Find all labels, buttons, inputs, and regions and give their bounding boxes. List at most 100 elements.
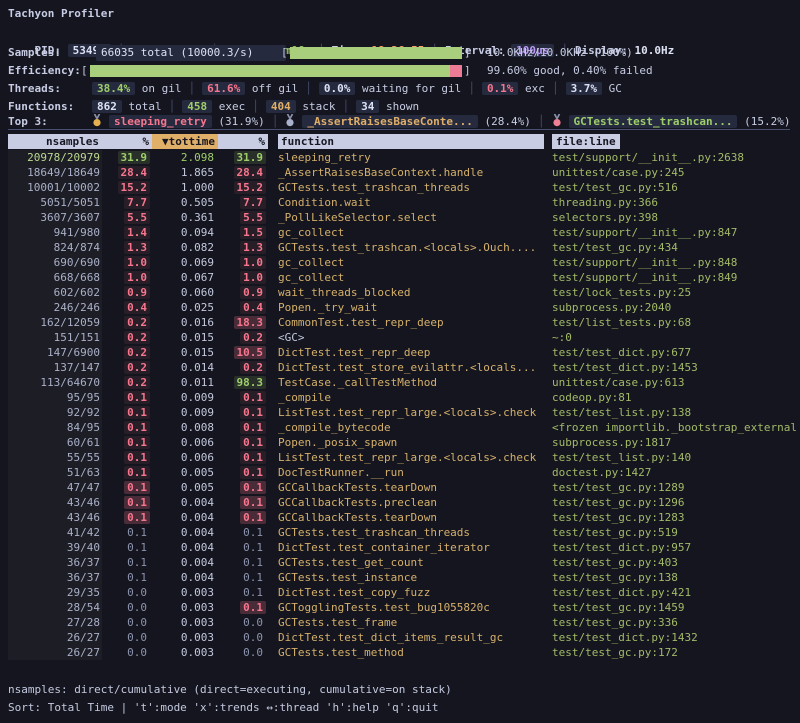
cell-tottime: 0.003 — [152, 600, 218, 615]
table-row[interactable]: 690/6901.00.0691.0gc_collecttest/support… — [8, 255, 796, 270]
cell-nsamples: 84/95 — [8, 420, 102, 435]
table-row[interactable]: 36/370.10.0040.1GCTests.test_instancetes… — [8, 570, 796, 585]
metric-value: 404 — [266, 100, 296, 113]
cell-pct-cumulative: 0.1 — [218, 570, 268, 585]
cell-nsamples: 43/46 — [8, 495, 102, 510]
cell-nsamples: 941/980 — [8, 225, 102, 240]
table-row[interactable]: 246/2460.40.0250.4Popen._try_waitsubproc… — [8, 300, 796, 315]
cell-tottime: 0.008 — [152, 420, 218, 435]
pct-cumulative-value: 1.0 — [240, 256, 266, 269]
cell-tottime: 0.505 — [152, 195, 218, 210]
cell-pct-direct: 0.0 — [102, 585, 152, 600]
efficiency-bar-failed — [450, 65, 462, 77]
table-row[interactable]: 95/950.10.0090.1_compilecodeop.py:81 — [8, 390, 796, 405]
metric-value: 61.6% — [202, 82, 245, 95]
column-header-file-line[interactable]: file:line — [552, 134, 620, 149]
table-row[interactable]: 824/8741.30.0821.3GCTests.test_trashcan.… — [8, 240, 796, 255]
table-row[interactable]: 47/470.10.0050.1GCCallbackTests.tearDown… — [8, 480, 796, 495]
cell-pct-cumulative: 0.1 — [218, 585, 268, 600]
column-header-nsamples[interactable]: nsamples — [8, 134, 102, 149]
cell-pct-direct: 0.2 — [102, 360, 152, 375]
pct-direct-value: 0.0 — [124, 646, 150, 659]
pct-direct-value: 0.1 — [124, 451, 150, 464]
table-row[interactable]: 43/460.10.0040.1GCCallbackTests.tearDown… — [8, 510, 796, 525]
table-row[interactable]: 3607/36075.50.3615.5_PollLikeSelector.se… — [8, 210, 796, 225]
column-header-tottime-sorted[interactable]: ▼tottime — [152, 134, 218, 149]
cell-pct-direct: 0.2 — [102, 345, 152, 360]
table-row[interactable]: 55/550.10.0060.1ListTest.test_repr_large… — [8, 450, 796, 465]
pct-direct-value: 5.5 — [124, 211, 150, 224]
table-row[interactable]: 28/540.00.0030.1GCTogglingTests.test_bug… — [8, 600, 796, 615]
threads-items: 38.4% on gil│61.6% off gil│0.0% waiting … — [92, 81, 622, 97]
table-row[interactable]: 5051/50517.70.5057.7Condition.waitthread… — [8, 195, 796, 210]
cell-function-name: DocTestRunner.__run — [268, 465, 544, 480]
pct-direct-value: 0.2 — [124, 376, 150, 389]
cell-tottime: 0.006 — [152, 435, 218, 450]
metric-value: 34 — [356, 100, 379, 113]
cell-nsamples: 151/151 — [8, 330, 102, 345]
table-row[interactable]: 113/646700.20.01198.3TestCase._callTestM… — [8, 375, 796, 390]
cell-file-line: test/test_gc.py:138 — [544, 570, 796, 585]
table-row[interactable]: 668/6681.00.0671.0gc_collecttest/support… — [8, 270, 796, 285]
table-row[interactable]: 29/350.00.0030.1DictTest.test_copy_fuzzt… — [8, 585, 796, 600]
pct-cumulative-value: 0.1 — [240, 556, 266, 569]
pct-cumulative-value: 0.0 — [240, 616, 266, 629]
column-header-pct-cumulative[interactable]: % — [218, 134, 268, 149]
table-row[interactable]: 20978/2097931.92.09831.9sleeping_retryte… — [8, 150, 796, 165]
metric-suffix: GC — [602, 82, 622, 95]
table-row[interactable]: 41/420.10.0040.1GCTests.test_trashcan_th… — [8, 525, 796, 540]
metric-value: 862 — [92, 100, 122, 113]
table-row[interactable]: 36/370.10.0040.1GCTests.test_get_countte… — [8, 555, 796, 570]
top-function-name[interactable]: sleeping_retry — [109, 115, 212, 128]
cell-function-name: GCTogglingTests.test_bug1055820c — [268, 600, 544, 615]
cell-pct-direct: 0.1 — [102, 480, 152, 495]
table-row[interactable]: 10001/1000215.21.00015.2GCTests.test_tra… — [8, 180, 796, 195]
cell-function-name: _compile — [268, 390, 544, 405]
table-row[interactable]: 941/9801.40.0941.5gc_collecttest/support… — [8, 225, 796, 240]
pct-cumulative-value: 10.5 — [234, 346, 267, 359]
table-row[interactable]: 27/280.00.0030.0GCTests.test_frametest/t… — [8, 615, 796, 630]
table-row[interactable]: 60/610.10.0060.1Popen._posix_spawnsubpro… — [8, 435, 796, 450]
page-title: Tachyon Profiler — [8, 6, 792, 22]
cell-function-name: Condition.wait — [268, 195, 544, 210]
pct-direct-value: 0.1 — [124, 526, 150, 539]
table-row[interactable]: 51/630.10.0050.1DocTestRunner.__rundocte… — [8, 465, 796, 480]
cell-file-line: test/test_dict.py:1432 — [544, 630, 796, 645]
samples-bar — [290, 47, 462, 59]
cell-function-name: GCTests.test_get_count — [268, 555, 544, 570]
silver-medal-icon — [285, 114, 295, 127]
table-row[interactable]: 18649/1864928.41.86528.4_AssertRaisesBas… — [8, 165, 796, 180]
table-row[interactable]: 162/120590.20.01618.3CommonTest.test_rep… — [8, 315, 796, 330]
top-function-name[interactable]: GCTests.test_trashcan... — [569, 115, 738, 128]
column-header-pct-direct[interactable]: % — [102, 134, 152, 149]
cell-function-name: DictTest.test_copy_fuzz — [268, 585, 544, 600]
cell-function-name: DictTest.test_repr_deep — [268, 345, 544, 360]
cell-nsamples: 690/690 — [8, 255, 102, 270]
table-row[interactable]: 26/270.00.0030.0DictTest.test_dict_items… — [8, 630, 796, 645]
table-row[interactable]: 602/6020.90.0600.9wait_threads_blockedte… — [8, 285, 796, 300]
cell-tottime: 1.000 — [152, 180, 218, 195]
table-row[interactable]: 147/69000.20.01510.5DictTest.test_repr_d… — [8, 345, 796, 360]
cell-file-line: ~:0 — [544, 330, 796, 345]
table-row[interactable]: 151/1510.20.0150.2<GC>~:0 — [8, 330, 796, 345]
cell-pct-cumulative: 5.5 — [218, 210, 268, 225]
metric-value: 38.4% — [92, 82, 135, 95]
pct-cumulative-value: 1.0 — [240, 271, 266, 284]
table-row[interactable]: 92/920.10.0090.1ListTest.test_repr_large… — [8, 405, 796, 420]
column-header-function[interactable]: function — [278, 134, 544, 149]
table-row[interactable]: 39/400.10.0040.1DictTest.test_container_… — [8, 540, 796, 555]
cell-file-line: selectors.py:398 — [544, 210, 796, 225]
profile-table-body: 20978/2097931.92.09831.9sleeping_retryte… — [8, 150, 796, 660]
pct-cumulative-value: 98.3 — [234, 376, 267, 389]
separator-bar: │ — [245, 100, 266, 113]
table-row[interactable]: 26/270.00.0030.0GCTests.test_methodtest/… — [8, 645, 796, 660]
separator-bar: │ — [181, 82, 202, 95]
cell-pct-direct: 0.0 — [102, 615, 152, 630]
table-row[interactable]: 43/460.10.0040.1GCCallbackTests.preclean… — [8, 495, 796, 510]
cell-function-name: GCTests.test_trashcan_threads — [268, 525, 544, 540]
top-function-name[interactable]: _AssertRaisesBaseConte... — [302, 115, 478, 128]
table-row[interactable]: 137/1470.20.0140.2DictTest.test_store_ev… — [8, 360, 796, 375]
top-function-pct: (15.2%) — [737, 115, 790, 128]
pct-cumulative-value: 0.1 — [240, 526, 266, 539]
table-row[interactable]: 84/950.10.0080.1_compile_bytecode<frozen… — [8, 420, 796, 435]
